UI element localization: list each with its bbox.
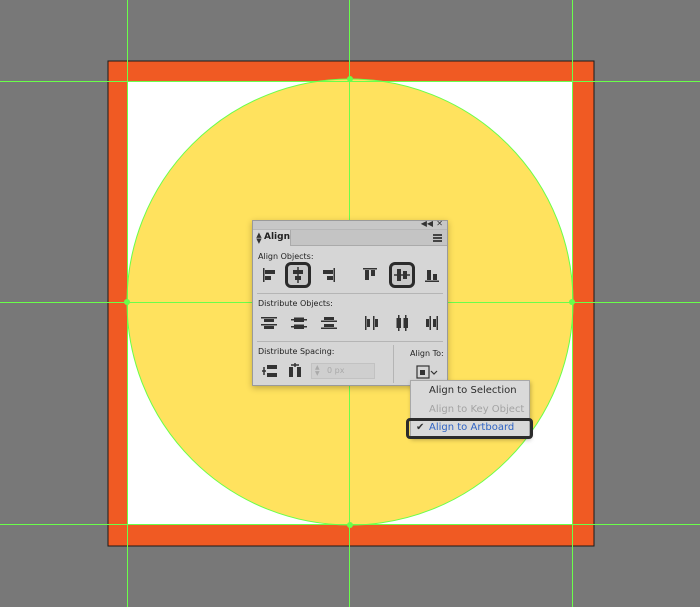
panel-menu-icon[interactable] — [433, 234, 442, 242]
horizontal-distribute-right-button[interactable] — [422, 313, 442, 333]
vertical-distribute-top-icon — [261, 317, 277, 329]
menu-item-align-to-key-object: Align to Key Object — [411, 401, 529, 419]
align-to-dropdown[interactable] — [415, 362, 441, 382]
align-to-artboard-icon — [416, 365, 438, 379]
close-icon[interactable]: ✕ — [436, 219, 443, 229]
vertical-distribute-top-button[interactable] — [259, 313, 279, 333]
menu-item-label: Align to Selection — [429, 385, 517, 396]
tab-align[interactable]: ▲ ▼ Align — [253, 230, 291, 246]
horizontal-distribute-space-icon — [289, 363, 301, 377]
panel-title-bar[interactable]: ◀◀ ✕ — [253, 219, 447, 230]
vertical-distribute-bottom-button[interactable] — [319, 313, 339, 333]
collapse-icon[interactable]: ◀◀ — [421, 219, 433, 229]
horizontal-distribute-right-icon — [426, 316, 438, 330]
distribute-objects-label: Distribute Objects: — [258, 299, 333, 308]
chevron-down-icon — [430, 370, 438, 375]
vertical-distribute-space-icon — [262, 365, 277, 377]
vertical-distribute-bottom-icon — [321, 317, 337, 329]
tab-align-label: Align — [264, 232, 290, 242]
expand-arrows-icon[interactable]: ▲ ▼ — [256, 232, 262, 245]
horizontal-align-center-button[interactable] — [285, 262, 311, 288]
align-panel: ◀◀ ✕ ▲ ▼ Align Align Objects: Distribute… — [252, 219, 448, 386]
distribute-spacing-label: Distribute Spacing: — [258, 347, 335, 356]
anchor-right — [569, 299, 575, 305]
horizontal-align-right-icon — [323, 268, 335, 282]
horizontal-distribute-left-button[interactable] — [361, 313, 381, 333]
horizontal-distribute-center-icon — [396, 315, 408, 331]
horizontal-align-right-button[interactable] — [319, 265, 339, 285]
anchor-top — [347, 76, 353, 82]
anchor-bottom — [347, 522, 353, 528]
vertical-distribute-center-icon — [291, 317, 307, 329]
vertical-distribute-space-button[interactable] — [259, 361, 279, 381]
horizontal-distribute-space-button[interactable] — [285, 361, 305, 381]
anchor-left — [124, 299, 130, 305]
vertical-divider — [393, 345, 394, 383]
vertical-align-top-icon — [363, 268, 377, 280]
vertical-align-center-button[interactable] — [389, 262, 415, 288]
vertical-align-center-icon — [394, 269, 410, 281]
selection-highlight-ring — [406, 418, 533, 439]
vertical-align-bottom-button[interactable] — [422, 265, 442, 285]
horizontal-align-left-icon — [263, 268, 275, 282]
vertical-align-bottom-icon — [425, 270, 439, 282]
section-divider — [257, 341, 443, 342]
spacing-input[interactable]: ▲ ▼ 0 px — [311, 363, 375, 379]
horizontal-align-center-icon — [293, 267, 303, 283]
align-objects-label: Align Objects: — [258, 252, 314, 261]
panel-tab-row: ▲ ▼ Align — [253, 230, 447, 246]
section-divider — [257, 293, 443, 294]
vertical-distribute-center-button[interactable] — [289, 313, 309, 333]
stepper-icon[interactable]: ▲ ▼ — [315, 365, 320, 377]
align-to-label: Align To: — [410, 349, 444, 358]
spacing-value: 0 px — [327, 366, 345, 375]
horizontal-distribute-center-button[interactable] — [392, 313, 412, 333]
menu-item-align-to-selection[interactable]: Align to Selection — [411, 382, 529, 400]
horizontal-distribute-left-icon — [365, 316, 378, 330]
menu-item-label: Align to Key Object — [429, 404, 525, 415]
vertical-align-top-button[interactable] — [360, 265, 380, 285]
horizontal-align-left-button[interactable] — [259, 265, 279, 285]
